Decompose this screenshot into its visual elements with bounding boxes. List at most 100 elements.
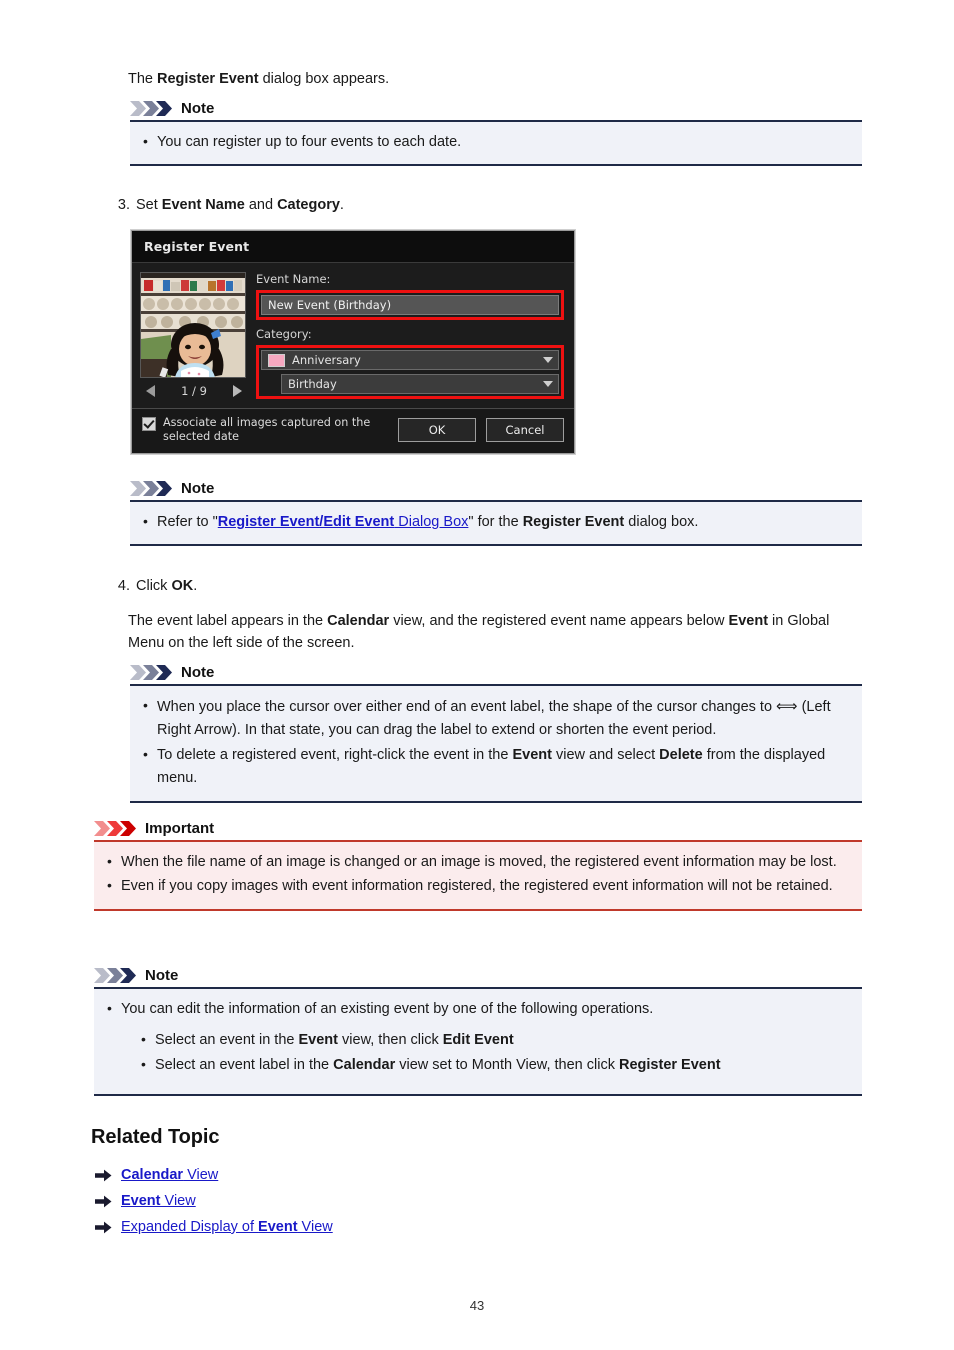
n4-s1-part2: view, then click (338, 1032, 443, 1049)
preview-thumbnail (140, 272, 246, 378)
note-body: Refer to "Register Event/Edit Event Dial… (130, 500, 862, 547)
related-topic-heading: Related Topic (91, 1126, 220, 1148)
n3-i2-part2: view and select (551, 746, 660, 763)
list-item: Select an event in the Event view, then … (138, 1028, 852, 1052)
note-sub-bullet-list: Select an event in the Event view, then … (104, 1028, 852, 1077)
n4-s2-part2: view set to Month View, then click (395, 1056, 619, 1073)
note-title: Note (145, 967, 179, 984)
list-item: Even if you copy images with event infor… (104, 874, 852, 898)
step-3: 3. Set Event Name and Category. (98, 194, 896, 216)
note-header: Note (130, 480, 862, 500)
list-item: You can register up to four events to ea… (140, 130, 852, 154)
intro-suffix: dialog box appears. (258, 71, 390, 87)
note-body: You can edit the information of an exist… (94, 987, 862, 1097)
note-header: Note (94, 967, 862, 987)
p4-part1: The event label appears in the (128, 613, 328, 629)
link-rest-part: Dialog Box (394, 514, 469, 530)
note-callout-1: Note You can register up to four events … (130, 100, 862, 167)
list-item: Refer to "Register Event/Edit Event Dial… (140, 510, 852, 534)
ok-button[interactable]: OK (398, 418, 476, 443)
step4-bold: OK (171, 578, 194, 594)
note-header: Note (130, 100, 862, 120)
note-bullet-list: When you place the cursor over either en… (140, 694, 852, 791)
step3-middle: and (244, 197, 278, 213)
link-bold-part: Event (258, 1218, 298, 1235)
event-name-input[interactable]: New Event (Birthday) (261, 295, 559, 315)
register-event-dialog-screenshot: Register Event 1 / 9 Event Name: New Eve… (131, 230, 575, 454)
note-callout-3: Note When you place the cursor over eith… (130, 664, 862, 803)
important-title: Important (145, 820, 215, 837)
note2-middle: " for the (468, 514, 523, 530)
n4-s1-bold2: Edit Event (442, 1032, 514, 1049)
step3-bold-1: Event Name (161, 197, 245, 213)
cancel-button[interactable]: Cancel (486, 418, 564, 443)
step3-bold-2: Category (277, 197, 340, 213)
subcategory-wrapper: Birthday (261, 374, 559, 394)
list-item: Calendar View (91, 1166, 791, 1185)
event-name-highlight: New Event (Birthday) (256, 290, 564, 320)
list-item: Expanded Display of Event View (91, 1218, 791, 1237)
thumbnail-navigation: 1 / 9 (140, 378, 248, 404)
n4-s2-bold1: Calendar (333, 1056, 396, 1073)
previous-arrow-icon[interactable] (146, 385, 155, 397)
thumbnail-photo (141, 273, 245, 377)
event-name-label: Event Name: (256, 272, 331, 286)
link-bold-part: Calendar (121, 1167, 184, 1183)
step4-suffix: . (193, 578, 198, 594)
page-number: 43 (469, 1298, 485, 1313)
n4-s2-bold2: Register Event (619, 1056, 721, 1073)
step-number: 4. (117, 578, 130, 594)
step3-prefix: Set (136, 197, 162, 213)
associate-images-checkbox-row[interactable]: Associate all images captured on the sel… (142, 416, 388, 445)
step4-prefix: Click (136, 578, 172, 594)
note2-suffix: dialog box. (624, 514, 699, 530)
note-body: You can register up to four events to ea… (130, 120, 862, 167)
list-item: You can edit the information of an exist… (104, 997, 852, 1021)
chevrons-note-icon (130, 101, 174, 116)
n4-s1-bold1: Event (298, 1032, 339, 1049)
note-bullet-list: Refer to "Register Event/Edit Event Dial… (140, 510, 852, 534)
link-calendar-view[interactable]: Calendar View (121, 1167, 218, 1183)
left-right-arrow-icon: ⟺ (776, 698, 798, 715)
register-edit-event-dialog-link[interactable]: Register Event/Edit Event Dialog Box (218, 514, 469, 530)
p4-part2: view, and the registered event name appe… (389, 613, 729, 629)
n4-s1-part1: Select an event in the (155, 1032, 299, 1049)
important-body: When the file name of an image is change… (94, 840, 862, 911)
step3-suffix: . (339, 197, 344, 213)
link-rest-part: View (183, 1167, 219, 1183)
next-arrow-icon[interactable] (232, 385, 242, 397)
category-select[interactable]: Anniversary (261, 350, 559, 370)
note2-prefix: Refer to " (157, 514, 218, 530)
chevrons-note-icon (130, 665, 174, 680)
note-body: When you place the cursor over either en… (130, 684, 862, 803)
note-title: Note (181, 100, 215, 117)
important-header: Important (94, 820, 862, 840)
chevrons-note-icon (94, 968, 138, 983)
arrow-right-icon (95, 1221, 112, 1234)
step-text: Set Event Name and Category. (136, 197, 344, 213)
dialog-preview-pane: 1 / 9 (140, 272, 248, 404)
n3-i2-bold1: Event (512, 746, 552, 763)
link-bold-part: Register Event/Edit Event (217, 514, 395, 530)
note2-bold: Register Event (522, 514, 625, 530)
intro-prefix: The (128, 71, 158, 87)
link-expanded-display-event-view[interactable]: Expanded Display of Event View (121, 1219, 333, 1235)
link-pre-part: Expanded Display of (121, 1218, 259, 1235)
related-topic-section: Related Topic Calendar View Event View E… (91, 1126, 791, 1244)
subcategory-select[interactable]: Birthday (281, 374, 559, 394)
link-rest-part: View (160, 1192, 196, 1209)
note-callout-2: Note Refer to "Register Event/Edit Event… (130, 480, 862, 547)
note-bullet-list: You can register up to four events to ea… (140, 130, 852, 154)
associate-images-label: Associate all images captured on the sel… (163, 416, 371, 444)
note-title: Note (181, 664, 215, 681)
intro-bold: Register Event (157, 71, 259, 87)
link-rest-part: View (297, 1218, 333, 1235)
link-event-view[interactable]: Event View (121, 1193, 196, 1209)
step-4-paragraph: The event label appears in the Calendar … (128, 610, 858, 655)
dialog-fields: Event Name: New Event (Birthday) Categor… (248, 272, 564, 404)
event-name-value: New Event (Birthday) (268, 298, 392, 312)
associate-images-checkbox[interactable] (142, 417, 156, 431)
list-item: Select an event label in the Calendar vi… (138, 1053, 852, 1077)
note-title: Note (181, 480, 215, 497)
n3-i2-bold2: Delete (659, 746, 703, 763)
